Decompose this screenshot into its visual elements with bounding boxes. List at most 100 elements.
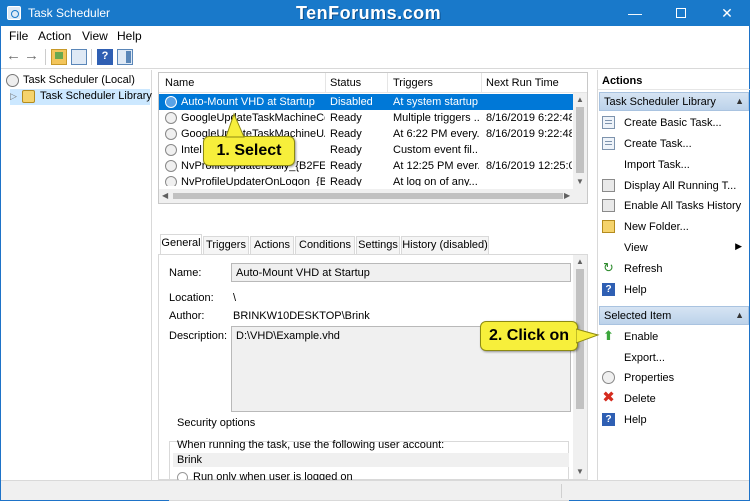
task-list-horizontal-scrollbar[interactable]: ◀ ▶ (159, 189, 587, 203)
column-header-triggers[interactable]: Triggers (393, 77, 433, 89)
task-status: Ready (330, 112, 362, 124)
tab-triggers[interactable]: Triggers (203, 236, 249, 255)
description-label: Description: (169, 330, 228, 342)
back-arrow-icon[interactable]: ← (6, 48, 22, 65)
author-value: BRINKW10DESKTOP\Brink (233, 310, 370, 322)
help-icon[interactable]: ? (97, 49, 113, 65)
action-view[interactable]: View ▶ (602, 238, 748, 258)
maximize-icon (676, 8, 686, 18)
menu-help[interactable]: Help (117, 29, 142, 43)
action-delete[interactable]: ✖ Delete (602, 389, 748, 409)
menu-file[interactable]: File (9, 29, 28, 43)
action-help[interactable]: ? Help (602, 280, 748, 300)
tree-item-task-scheduler-local[interactable]: Task Scheduler (Local) (6, 73, 146, 89)
expand-chevron-icon[interactable]: ▷ (10, 91, 17, 102)
author-label: Author: (169, 310, 205, 322)
task-list-vertical-scrollbar[interactable]: ▲ ▼ (573, 93, 587, 189)
scroll-left-icon[interactable]: ◀ (162, 191, 168, 200)
minimize-button[interactable]: — (612, 0, 658, 26)
task-row[interactable]: Auto-Mount VHD at Startup Disabled At sy… (159, 94, 573, 110)
action-label: Display All Running T... (624, 180, 737, 192)
properties-icon (602, 371, 615, 384)
task-name: Auto-Mount VHD at Startup (181, 96, 315, 108)
scrollbar-thumb[interactable] (576, 107, 584, 173)
task-name: GoogleUpdateTaskMachineCore (181, 112, 325, 124)
task-status: Disabled (330, 96, 373, 108)
name-field[interactable]: Auto-Mount VHD at Startup (231, 263, 571, 282)
up-folder-icon[interactable] (51, 49, 67, 65)
menu-view[interactable]: View (82, 29, 108, 43)
status-bar-divider (561, 484, 562, 498)
action-properties[interactable]: Properties (602, 368, 748, 388)
tab-general[interactable]: General (160, 234, 202, 255)
submenu-arrow-icon: ▶ (735, 241, 742, 251)
column-divider[interactable] (387, 73, 388, 93)
column-header-status[interactable]: Status (330, 77, 361, 89)
detail-vertical-scrollbar[interactable]: ▲ ▼ (573, 255, 587, 479)
column-divider[interactable] (481, 73, 482, 93)
action-label: Refresh (624, 263, 663, 275)
action-create-basic-task[interactable]: Create Basic Task... (602, 113, 748, 133)
scroll-right-icon[interactable]: ▶ (564, 191, 570, 200)
action-export[interactable]: Export... (602, 348, 748, 368)
action-label: View (624, 242, 648, 254)
client-area: File Action View Help ← → ? Task Schedul… (1, 26, 750, 501)
security-options-title: Security options (175, 417, 258, 429)
scroll-up-icon[interactable]: ▲ (576, 95, 584, 104)
close-button[interactable]: ✕ (704, 0, 750, 26)
scroll-up-icon[interactable]: ▲ (576, 257, 584, 266)
folder-icon (602, 220, 615, 233)
action-refresh[interactable]: ↻ Refresh (602, 259, 748, 279)
task-next-run: 8/16/2019 12:25:04 P (486, 160, 572, 172)
section-selected-item[interactable]: Selected Item ▲ (599, 306, 749, 325)
action-enable-history[interactable]: Enable All Tasks History (602, 196, 748, 216)
tab-settings[interactable]: Settings (356, 236, 400, 255)
callout-select-pointer (225, 112, 245, 138)
section-title: Task Scheduler Library (604, 96, 716, 108)
task-icon (165, 112, 177, 124)
tab-history[interactable]: History (disabled) (401, 236, 489, 255)
action-enable[interactable]: ⬆ Enable (602, 327, 748, 347)
scroll-down-icon[interactable]: ▼ (576, 467, 584, 476)
task-status: Ready (330, 160, 362, 172)
create-basic-task-icon (602, 116, 615, 129)
callout-select: 1. Select (203, 136, 295, 166)
name-label: Name: (169, 267, 202, 279)
tree-item-task-scheduler-library[interactable]: ▷ Task Scheduler Library (10, 89, 152, 105)
collapse-up-icon[interactable]: ▲ (735, 96, 744, 106)
task-triggers: Multiple triggers ... (393, 112, 479, 124)
section-task-scheduler-library[interactable]: Task Scheduler Library ▲ (599, 92, 749, 111)
callout-click-on-pointer (576, 328, 600, 344)
menu-action[interactable]: Action (38, 29, 71, 43)
task-name: NvProfileUpdaterOnLogon_{B... (181, 176, 325, 186)
task-detail-pane: General Triggers Actions Conditions Sett… (158, 234, 588, 501)
task-triggers: At 6:22 PM every... (393, 128, 479, 140)
action-help-selected[interactable]: ? Help (602, 410, 748, 430)
task-icon (165, 176, 177, 186)
action-label: Properties (624, 372, 675, 384)
maximize-button[interactable] (658, 0, 704, 26)
show-hide-console-tree-icon[interactable] (71, 49, 87, 65)
action-label: Export... (624, 352, 665, 364)
toolbar-separator (91, 49, 92, 65)
action-new-folder[interactable]: New Folder... (602, 217, 748, 237)
action-create-task[interactable]: Create Task... (602, 134, 748, 154)
task-icon (165, 128, 177, 140)
action-display-all-running[interactable]: Display All Running T... (602, 176, 748, 196)
forward-arrow-icon[interactable]: → (24, 48, 40, 65)
tab-actions[interactable]: Actions (250, 236, 294, 255)
column-header-next-run-time[interactable]: Next Run Time (486, 77, 559, 89)
column-header-name[interactable]: Name (165, 77, 194, 89)
task-status: Ready (330, 128, 362, 140)
task-row[interactable]: NvProfileUpdaterOnLogon_{B... Ready At l… (159, 174, 573, 186)
create-task-icon (602, 137, 615, 150)
column-divider[interactable] (325, 73, 326, 93)
scroll-down-icon[interactable]: ▼ (576, 177, 584, 186)
scrollbar-thumb[interactable] (173, 193, 563, 199)
show-hide-action-pane-icon[interactable] (117, 49, 133, 65)
clock-icon (6, 74, 19, 87)
action-import-task[interactable]: Import Task... (602, 155, 748, 175)
collapse-up-icon[interactable]: ▲ (735, 310, 744, 320)
tab-conditions[interactable]: Conditions (295, 236, 355, 255)
task-triggers: At system startup (393, 96, 478, 108)
